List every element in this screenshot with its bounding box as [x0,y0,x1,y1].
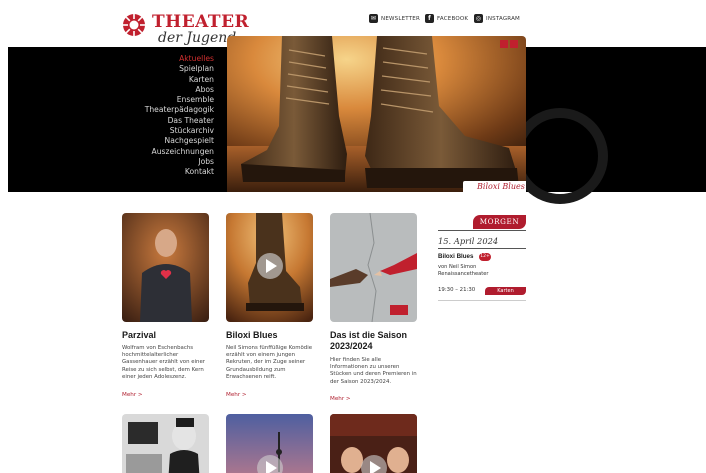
more-link-saison[interactable]: Mehr > [330,396,351,402]
nav-item-jobs[interactable]: Jobs [145,157,214,167]
sidebar-divider [438,248,526,249]
logo-subtitle: der Jugend [158,30,237,46]
sidebar-divider [438,300,526,301]
next-button[interactable] [510,40,518,48]
mail-icon: ✉ [369,14,378,23]
card-text-line: Reise zu sich selbst, dem Kern [122,366,204,373]
newsletter-link[interactable]: ✉ NEWSLETTER [369,14,420,23]
nav-item-abos[interactable]: Abos [145,85,214,95]
card-text-line: Stücken und deren Premieren in [330,371,417,378]
page: THEATER der Jugend ✉ NEWSLETTER f FACEBO… [0,0,706,473]
nav-item-ensemble[interactable]: Ensemble [145,95,214,105]
card-text-biloxi-blues: Neil Simons fünffüßige Komödie erzählt v… [226,345,312,381]
card-text-line: hochmittelalterlicher [122,352,179,359]
facebook-label: FACEBOOK [437,15,469,22]
nav-item-auszeichnungen[interactable]: Auszeichnungen [145,147,214,157]
tickets-button[interactable]: Karten [485,287,526,295]
card-image-biloxi-blues[interactable] [226,213,313,322]
instagram-label: INSTAGRAM [486,15,520,22]
facebook-link[interactable]: f FACEBOOK [425,14,468,23]
performance-venue: Renaissancetheater [438,271,489,277]
card-text-line: der Saison 2023/2024. [330,378,392,385]
card-image-row2-1[interactable] [122,414,209,473]
instagram-icon: ◎ [474,14,483,23]
morgen-badge: MORGEN [473,215,526,229]
performance-date: 15. April 2024 [438,236,499,246]
card-title-saison[interactable]: Das ist die Saison 2023/2024 [330,330,407,352]
performance-author: von Neil Simon [438,264,477,270]
nav-item-kontakt[interactable]: Kontakt [145,167,214,177]
more-link-biloxi-blues[interactable]: Mehr > [226,392,247,398]
nav-item-nachgespielt[interactable]: Nachgespielt [145,136,214,146]
hero-caption[interactable]: Biloxi Blues [463,181,526,192]
pause-button[interactable] [500,40,508,48]
card-text-line: Wolfram von Eschenbachs [122,345,194,351]
logo-mark-icon [123,14,145,36]
card-text-parzival: Wolfram von Eschenbachs hochmittelalterl… [122,345,205,381]
nav-item-spielplan[interactable]: Spielplan [145,64,214,74]
instagram-link[interactable]: ◎ INSTAGRAM [474,14,520,23]
sidebar-divider [438,230,526,231]
nav-item-aktuelles[interactable]: Aktuelles [145,54,214,64]
card-title-biloxi-blues[interactable]: Biloxi Blues [226,330,278,341]
card-image-saison[interactable] [330,213,417,322]
nav-item-stueckarchiv[interactable]: Stückarchiv [145,126,214,136]
card-text-line: Grundausbildung zum [226,366,286,373]
decorative-circle [512,108,608,204]
more-link-parzival[interactable]: Mehr > [122,392,143,398]
logo[interactable]: THEATER der Jugend [122,12,249,46]
card-text-saison: Hier finden Sie alle Informationen zu un… [330,357,417,386]
nav-item-das-theater[interactable]: Das Theater [145,116,214,126]
nav-item-karten[interactable]: Karten [145,75,214,85]
card-text-line: Erwachsenen reift. [226,373,277,380]
card-title-parzival[interactable]: Parzival [122,330,156,341]
card-title-line: Das ist die Saison [330,330,408,340]
performance-time: 19:30 – 21:30 [438,287,476,293]
card-text-line: Rekruten, der im Zuge seiner [226,359,306,366]
facebook-icon: f [425,14,434,23]
logo-title: THEATER [152,12,250,32]
nav-item-theaterpaedagogik[interactable]: Theaterpädagogik [145,105,214,115]
card-image-row2-3[interactable] [330,414,417,473]
card-title-line: 2023/2024 [330,341,373,351]
card-text-line: Hier finden Sie alle [330,357,382,363]
card-text-line: Gassenhauer erzählt von einer [122,359,206,366]
age-badge: 12+ [479,253,491,261]
main-nav: Aktuelles Spielplan Karten Abos Ensemble… [145,54,214,178]
card-text-line: Neil Simons fünffüßige Komödie [226,345,313,351]
card-image-parzival[interactable] [122,213,209,322]
card-text-line: erzählt von einem jungen [226,352,296,359]
card-text-line: einer jeden Adoleszenz. [122,373,187,380]
performance-title[interactable]: Biloxi Blues [438,253,473,260]
card-image-row2-2[interactable] [226,414,313,473]
card-text-line: Informationen zu unseren [330,364,400,371]
newsletter-label: NEWSLETTER [381,15,420,22]
hero-image[interactable] [227,36,526,192]
hero-controls [500,40,518,48]
